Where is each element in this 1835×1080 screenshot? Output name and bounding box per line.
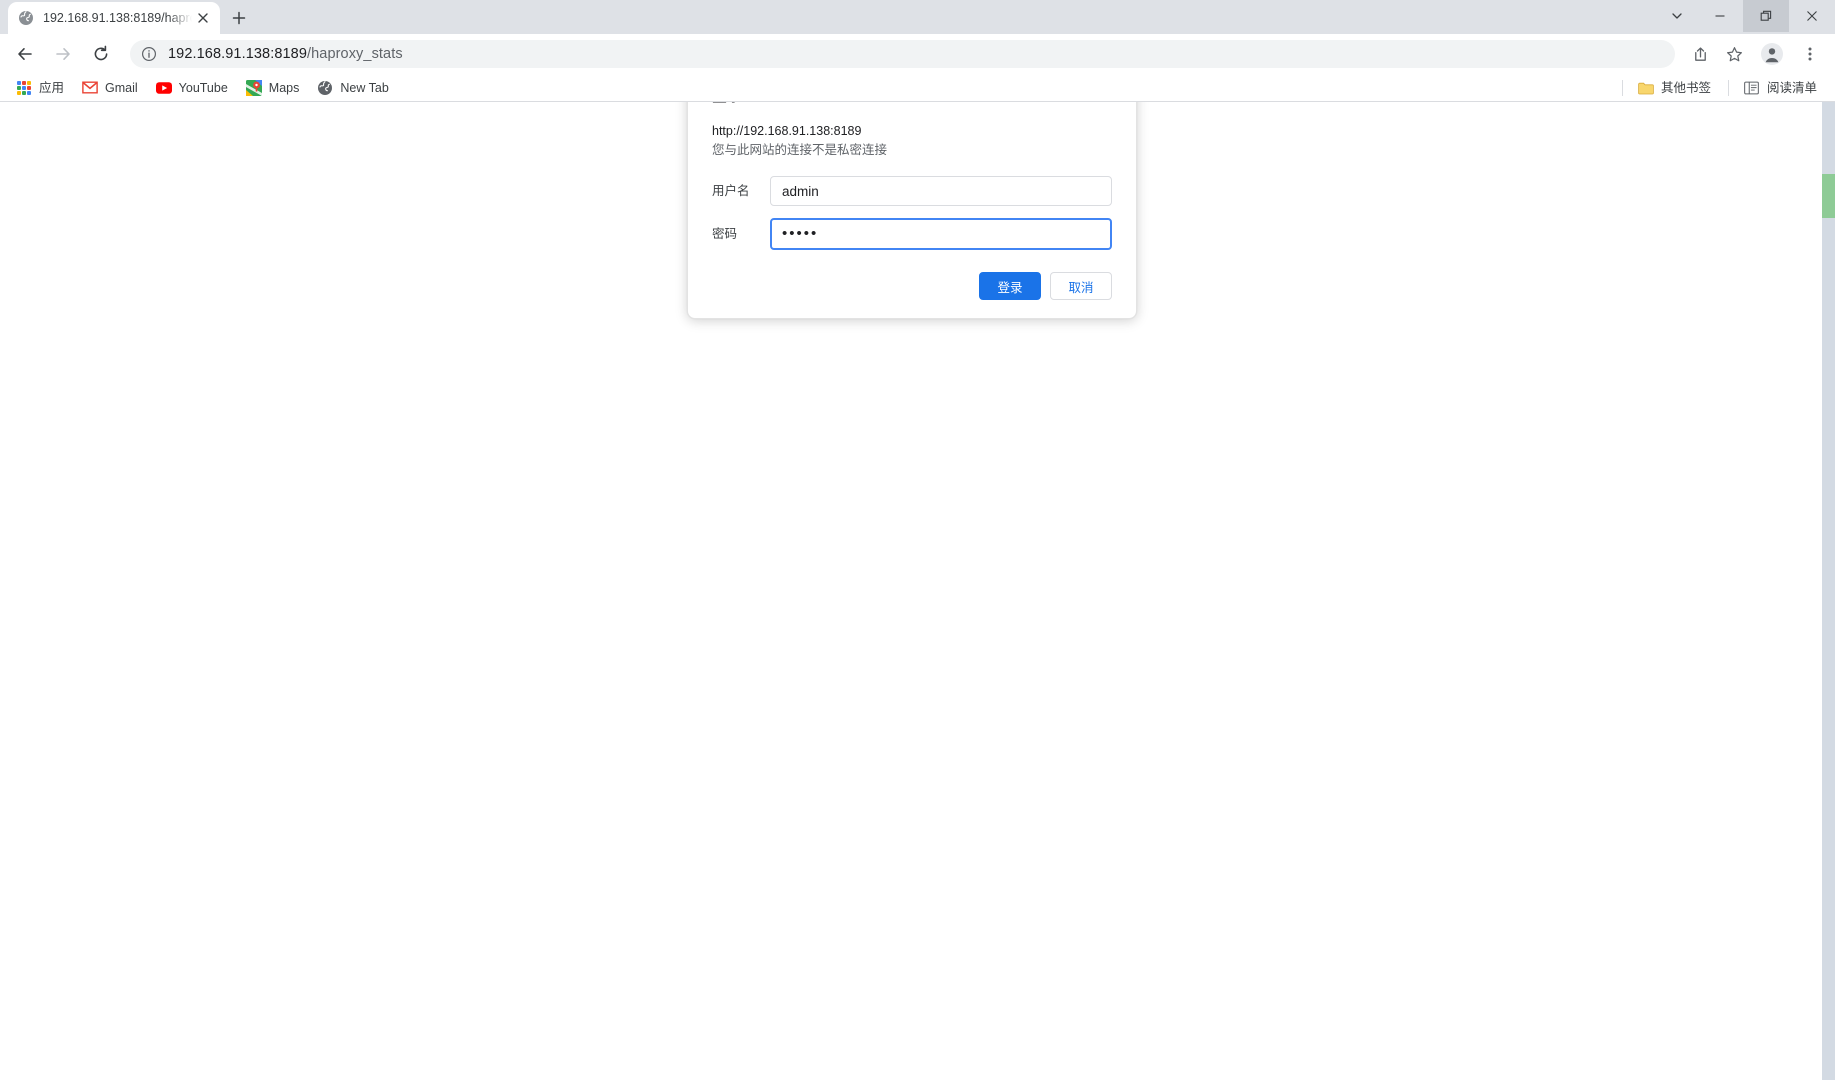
dialog-actions: 登录 取消 — [712, 272, 1112, 300]
three-dot-menu-icon[interactable] — [1795, 39, 1825, 69]
address-bar[interactable]: 192.168.91.138:8189/haproxy_stats — [130, 40, 1675, 68]
dialog-connection-warning: 您与此网站的连接不是私密连接 — [712, 143, 888, 157]
password-input[interactable]: ••••• — [770, 218, 1112, 250]
username-label: 用户名 — [712, 184, 750, 198]
browser-toolbar: 192.168.91.138:8189/haproxy_stats — [0, 34, 1835, 74]
minimize-icon[interactable] — [1697, 0, 1743, 32]
reading-list-label: 阅读清单 — [1766, 81, 1817, 95]
star-outline-icon[interactable] — [1719, 39, 1749, 69]
bookmark-label: Gmail — [105, 80, 138, 95]
address-bar-path: /haproxy_stats — [306, 46, 403, 62]
folder-icon — [1638, 80, 1654, 96]
bookmark-gmail[interactable]: Gmail — [74, 77, 146, 99]
bookmark-apps[interactable]: 应用 — [8, 77, 72, 99]
login-cancel-button[interactable]: 取消 — [1050, 272, 1112, 300]
password-field-row: 密码 ••••• — [712, 218, 1112, 250]
other-bookmarks-label: 其他书签 — [1660, 81, 1711, 95]
gmail-icon — [82, 80, 98, 96]
password-value: ••••• — [782, 225, 819, 242]
bookmark-label: YouTube — [178, 80, 228, 95]
tab-search-chevron-icon[interactable] — [1657, 0, 1697, 32]
username-field-row: 用户名 admin — [712, 176, 1112, 206]
bookmark-label: 应用 — [39, 80, 65, 95]
youtube-icon — [155, 80, 172, 96]
divider — [1727, 80, 1729, 96]
globe-icon — [317, 80, 333, 96]
page-scrollbar-thumb[interactable] — [1822, 174, 1835, 218]
bookmark-new-tab[interactable]: New Tab — [309, 77, 396, 99]
reading-list-icon — [1744, 80, 1760, 96]
tab-strip: 192.168.91.138:8189/haproxy_ — [0, 0, 1835, 34]
address-bar-host: 192.168.91.138:8189 — [168, 46, 307, 62]
bookmark-youtube[interactable]: YouTube — [148, 77, 236, 99]
reading-list-button[interactable]: 阅读清单 — [1736, 77, 1825, 99]
share-icon[interactable] — [1685, 39, 1715, 69]
close-icon[interactable] — [1789, 0, 1835, 32]
new-tab-button[interactable] — [225, 4, 253, 32]
login-dialog: 登录 http://192.168.91.138:8189 您与此网站的连接不是… — [687, 102, 1137, 319]
page-scrollbar-track[interactable] — [1822, 102, 1835, 1080]
bookmark-maps[interactable]: Maps — [238, 77, 308, 99]
bookmarks-bar: 应用 Gmail YouTube Maps New Tab 其他书签 阅读清单 — [0, 74, 1835, 102]
bookmarks-bar-right: 其他书签 阅读清单 — [1615, 74, 1827, 102]
browser-tab[interactable]: 192.168.91.138:8189/haproxy_ — [8, 2, 220, 34]
window-controls — [1657, 0, 1835, 32]
bookmark-label: Maps — [268, 80, 300, 95]
username-input[interactable]: admin — [770, 176, 1112, 206]
page-content-area: 登录 http://192.168.91.138:8189 您与此网站的连接不是… — [0, 102, 1835, 1080]
apps-grid-icon — [16, 80, 32, 96]
other-bookmarks-button[interactable]: 其他书签 — [1630, 77, 1719, 99]
address-bar-url: 192.168.91.138:8189/haproxy_stats — [168, 46, 403, 62]
avatar[interactable] — [1757, 39, 1787, 69]
password-label: 密码 — [712, 227, 738, 241]
arrow-back-icon[interactable] — [10, 39, 40, 69]
bookmark-label: New Tab — [340, 80, 389, 95]
arrow-forward-icon[interactable] — [48, 39, 78, 69]
info-circle-icon[interactable] — [140, 45, 158, 63]
divider — [1621, 80, 1623, 96]
dialog-title: 登录 — [712, 102, 1112, 108]
browser-window: 192.168.91.138:8189/haproxy_ — [0, 0, 1835, 1080]
maps-pin-icon — [245, 79, 262, 96]
reload-icon[interactable] — [86, 39, 116, 69]
dialog-origin: http://192.168.91.138:8189 — [712, 124, 862, 138]
login-submit-button[interactable]: 登录 — [979, 272, 1041, 300]
username-value: admin — [782, 183, 819, 199]
close-icon[interactable] — [194, 9, 212, 27]
globe-icon — [18, 10, 34, 26]
tab-title: 192.168.91.138:8189/haproxy_ — [43, 11, 192, 25]
restore-icon[interactable] — [1743, 0, 1789, 32]
